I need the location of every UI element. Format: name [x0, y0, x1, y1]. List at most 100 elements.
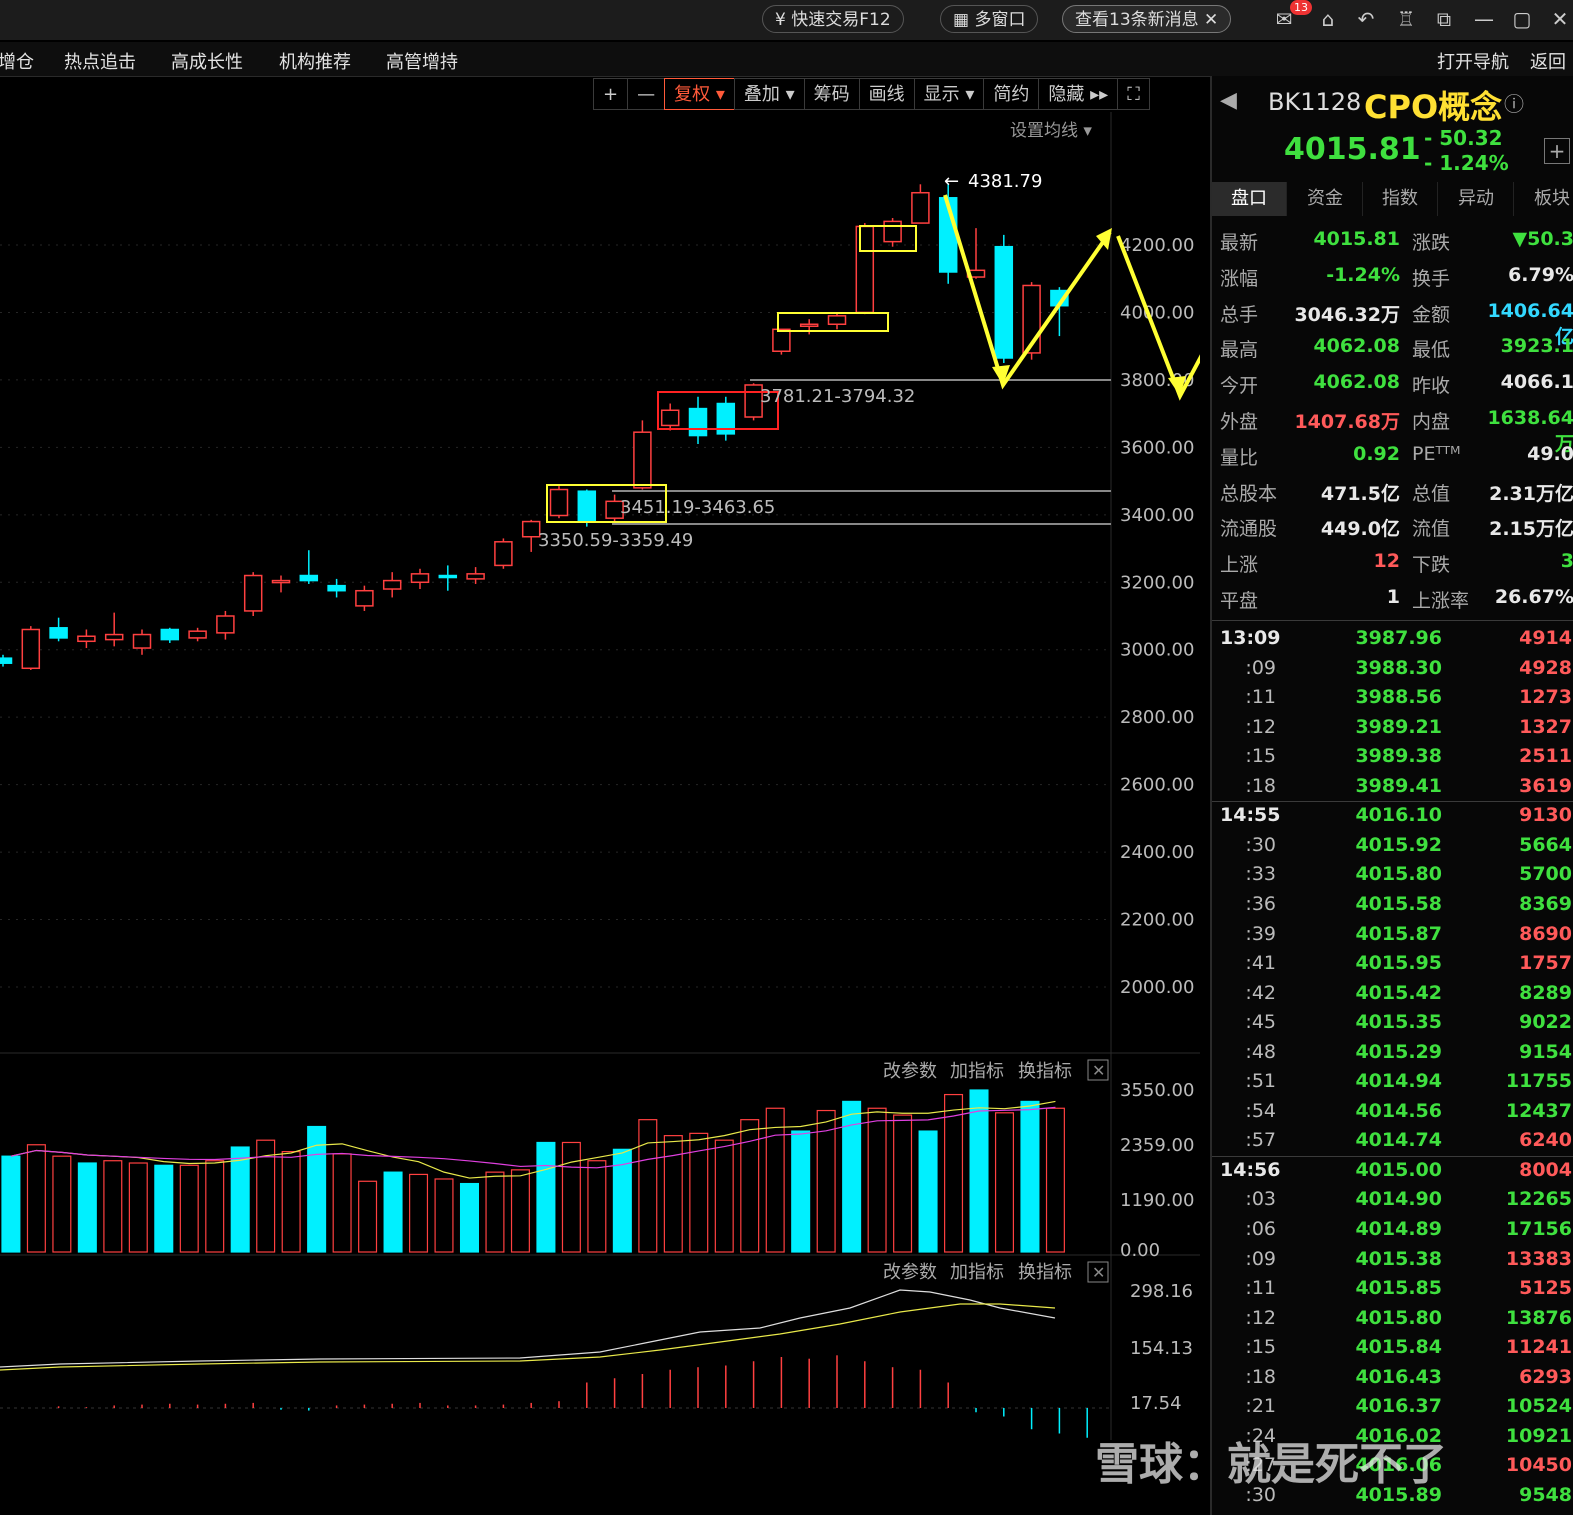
edit-params-link[interactable]: 改参数 — [883, 1262, 937, 1283]
add-watchlist-icon[interactable]: + — [1544, 138, 1570, 164]
tab-movement[interactable]: 异动 — [1439, 182, 1514, 216]
stat-value: 6.79% — [1508, 263, 1573, 286]
candle-body — [216, 615, 235, 634]
stat-label: 总值 — [1412, 482, 1451, 505]
candle-body — [21, 628, 41, 670]
volume-bar — [26, 1144, 46, 1253]
prev-arrow-icon[interactable]: ◀ — [1220, 88, 1237, 113]
maximize-icon[interactable]: ▢ — [1508, 5, 1536, 33]
candle-body — [271, 579, 291, 584]
info-icon[interactable]: ⓘ — [1504, 88, 1524, 117]
switch-indicator-link[interactable]: 换指标 — [1018, 1262, 1072, 1283]
stat-label: 今开 — [1220, 375, 1259, 398]
stat-value: 449.0亿 — [1320, 518, 1400, 541]
tick-time: :12 — [1245, 715, 1276, 738]
volume-bar — [1, 1155, 21, 1253]
home-icon[interactable]: ⌂ — [1314, 5, 1342, 33]
stat-label: 换手 — [1412, 267, 1451, 290]
tick-time: :21 — [1245, 1395, 1276, 1418]
candle-body — [0, 657, 13, 664]
volume-bar — [791, 1130, 811, 1253]
tab-index[interactable]: 指数 — [1363, 182, 1438, 216]
tab-order-book[interactable]: 盘口 — [1212, 182, 1287, 216]
tick-volume: 13876 — [1505, 1306, 1572, 1329]
tick-time: :39 — [1245, 922, 1276, 945]
volume-tick-label: 0.00 — [1120, 1240, 1160, 1261]
close-icon[interactable]: ✕ — [1204, 10, 1218, 30]
y-tick-label: 2400.00 — [1120, 842, 1194, 863]
y-tick-label: 2200.00 — [1120, 910, 1194, 931]
stat-value: 4062.08 — [1313, 335, 1400, 358]
stat-label: 流值 — [1412, 518, 1451, 541]
volume-bar — [536, 1141, 556, 1253]
indicator-tick-label: 154.13 — [1130, 1338, 1193, 1359]
minute-divider — [1212, 1155, 1573, 1157]
price-axis: 4200.004000.003800.003600.003400.003200.… — [1120, 235, 1194, 998]
tick-time: :03 — [1245, 1188, 1276, 1211]
candle-body — [660, 409, 680, 427]
volume-bar — [332, 1153, 352, 1253]
back-link[interactable]: 返回 — [1530, 48, 1566, 74]
candle-body — [466, 573, 485, 580]
volume-bars — [1, 1089, 1065, 1253]
tick-time: :09 — [1245, 656, 1276, 679]
volume-bar — [128, 1162, 148, 1253]
window-close-icon[interactable]: ✕ — [1546, 5, 1573, 33]
candle-body — [438, 574, 458, 579]
kline-chart[interactable]: 设置均线 ▾ 4200.004000.003800.003600.003400.… — [0, 0, 1200, 1440]
candle-body — [327, 584, 346, 592]
high-label: 4381.79 — [968, 171, 1042, 192]
tick-price: 4015.85 — [1355, 1277, 1442, 1300]
tab-funds[interactable]: 资金 — [1288, 182, 1363, 216]
tick-volume: 4928 — [1519, 656, 1572, 679]
set-ma-button[interactable]: 设置均线 ▾ — [1010, 121, 1092, 141]
tab-sector[interactable]: 板块 — [1515, 182, 1573, 216]
tick-volume: 12265 — [1505, 1188, 1572, 1211]
sector-code: BK1128 — [1268, 88, 1362, 116]
volume-bar — [663, 1135, 683, 1253]
edit-params-link[interactable]: 改参数 — [883, 1061, 937, 1082]
tick-time: :09 — [1245, 1247, 1276, 1270]
tick-price: 4015.35 — [1355, 1011, 1442, 1034]
quote-panel: ◀ BK1128 CPO概念 ⓘ 4015.81 - 50.32 - 1.24%… — [1210, 76, 1573, 1515]
minimize-icon[interactable]: — — [1470, 5, 1498, 33]
candle-body — [132, 633, 152, 649]
tick-time: :54 — [1245, 1099, 1276, 1122]
tick-volume: 3619 — [1519, 774, 1572, 797]
mail-badge: 13 — [1290, 0, 1312, 15]
tick-time: :11 — [1245, 686, 1276, 709]
stat-label: 上涨 — [1220, 554, 1259, 577]
stat-label: 最低 — [1412, 339, 1451, 362]
tick-price: 4015.38 — [1355, 1247, 1442, 1270]
y-tick-label: 4200.00 — [1120, 235, 1194, 256]
stat-label: 总股本 — [1220, 482, 1278, 505]
y-tick-label: 2600.00 — [1120, 775, 1194, 796]
tick-price: 3989.38 — [1355, 745, 1442, 768]
volume-bar — [714, 1139, 734, 1253]
volume-bar — [561, 1141, 581, 1253]
undo-icon[interactable]: ↶ — [1352, 5, 1380, 33]
add-indicator-link[interactable]: 加指标 — [950, 1262, 1004, 1283]
volume-bar — [893, 1114, 913, 1253]
tick-price: 4014.56 — [1355, 1099, 1442, 1122]
switch-indicator-link[interactable]: 换指标 — [1018, 1061, 1072, 1082]
stat-value: 3046.32万 — [1294, 303, 1400, 326]
volume-bar — [459, 1182, 480, 1253]
add-indicator-link[interactable]: 加指标 — [950, 1061, 1004, 1082]
shirt-icon[interactable]: ♖ — [1392, 5, 1420, 33]
tick-volume: 8690 — [1519, 922, 1572, 945]
stat-value: ▼50.3 — [1512, 228, 1573, 250]
watermark: 雪球：就是死不了 — [1095, 1439, 1447, 1490]
volume-tick-label: 2359.00 — [1120, 1135, 1194, 1156]
open-nav-link[interactable]: 打开导航 — [1437, 48, 1509, 74]
tick-volume: 1273 — [1519, 686, 1572, 709]
indicator-tick-label: 298.16 — [1130, 1281, 1193, 1302]
volume-bar — [765, 1107, 785, 1253]
restore-icon[interactable]: ⧉ — [1430, 5, 1458, 33]
candle-body — [633, 431, 652, 489]
tick-volume: 9022 — [1519, 1011, 1572, 1034]
tick-price: 4015.80 — [1355, 863, 1442, 886]
tick-volume: 9548 — [1519, 1483, 1572, 1506]
stat-label: 内盘 — [1412, 411, 1451, 433]
tick-time: :12 — [1245, 1306, 1276, 1329]
